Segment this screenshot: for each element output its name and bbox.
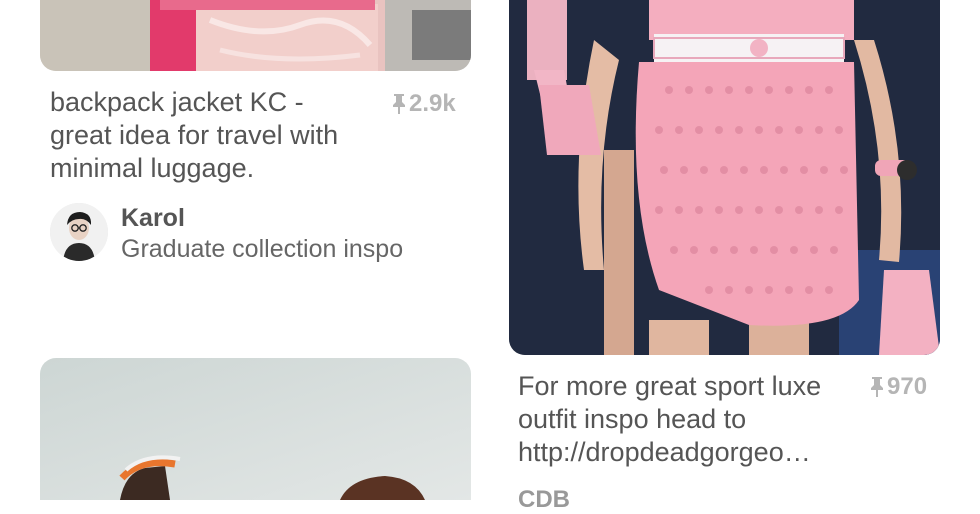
pinner-name[interactable]: CDB [518, 486, 570, 514]
pin-attribution[interactable]: Karol Graduate collection inspo [50, 203, 403, 265]
pin-card[interactable] [0, 358, 490, 500]
pin-photo [509, 0, 940, 355]
pin-image[interactable] [509, 0, 940, 355]
repin-count-label: 970 [887, 373, 928, 400]
pushpin-icon [871, 377, 883, 397]
pin-card[interactable]: For more great sport luxe outfit inspo h… [490, 0, 980, 513]
pushpin-icon [393, 94, 405, 114]
repin-count-label: 2.9k [409, 90, 456, 117]
pin-description: For more great sport luxe outfit inspo h… [518, 371, 822, 467]
avatar-icon [50, 203, 108, 261]
pinner-name[interactable]: Karol [121, 203, 403, 233]
pin-description: backpack jacket KC - great idea for trav… [50, 87, 339, 183]
pin-image[interactable] [40, 358, 471, 500]
pin-image[interactable] [40, 0, 471, 71]
repin-count[interactable]: 970 [870, 373, 927, 401]
pin-photo [40, 358, 471, 500]
repin-count[interactable]: 2.9k [392, 90, 456, 118]
pin-card[interactable]: backpack jacket KC - great idea for trav… [0, 0, 490, 300]
user-avatar[interactable] [50, 203, 108, 261]
pin-photo [40, 0, 471, 71]
board-name[interactable]: Graduate collection inspo [121, 233, 403, 265]
